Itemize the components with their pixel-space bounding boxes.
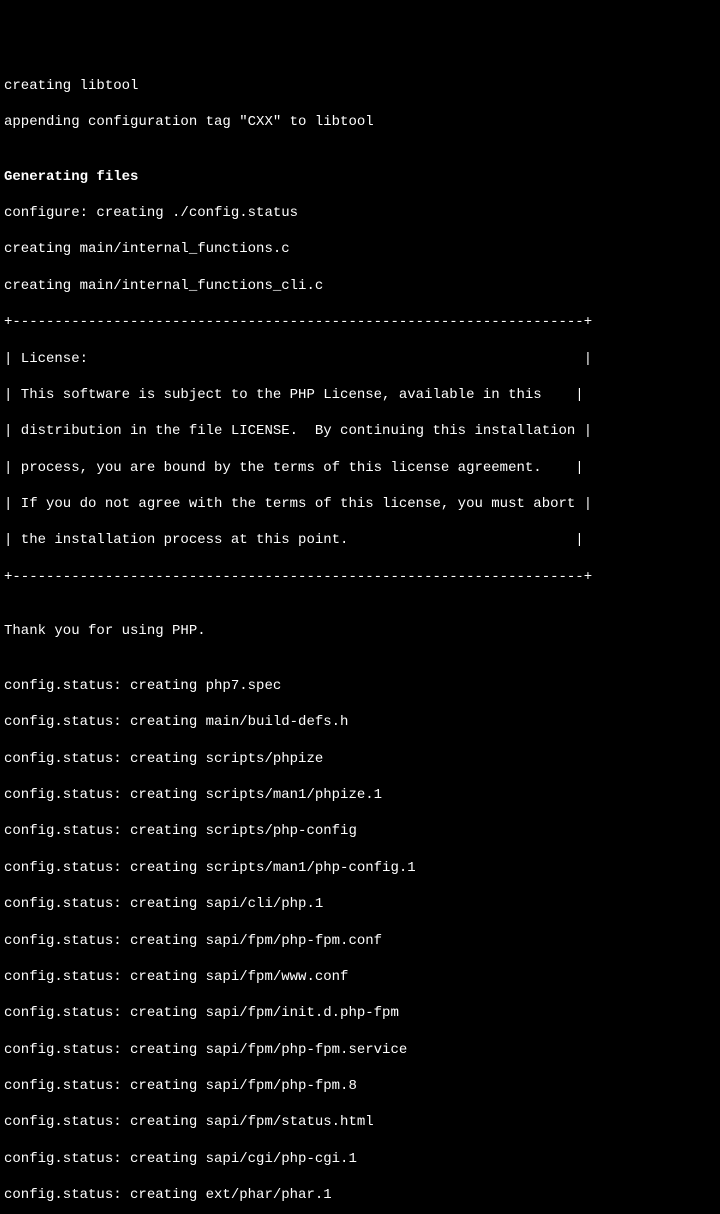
terminal-line: config.status: creating sapi/fpm/php-fpm… xyxy=(4,932,716,950)
terminal-line: config.status: creating scripts/man1/php… xyxy=(4,859,716,877)
terminal-line: config.status: creating scripts/phpize xyxy=(4,750,716,768)
terminal-line: config.status: creating ext/phar/phar.1 xyxy=(4,1186,716,1204)
terminal-line: config.status: creating sapi/cgi/php-cgi… xyxy=(4,1150,716,1168)
terminal-line: configure: creating ./config.status xyxy=(4,204,716,222)
license-box-line: | This software is subject to the PHP Li… xyxy=(4,386,716,404)
terminal-line: config.status: creating sapi/fpm/init.d.… xyxy=(4,1004,716,1022)
terminal-line: config.status: creating scripts/php-conf… xyxy=(4,822,716,840)
terminal-line: config.status: creating sapi/fpm/www.con… xyxy=(4,968,716,986)
terminal-line: appending configuration tag "CXX" to lib… xyxy=(4,113,716,131)
terminal-line: creating main/internal_functions.c xyxy=(4,240,716,258)
terminal-line: Thank you for using PHP. xyxy=(4,622,716,640)
terminal-line: creating main/internal_functions_cli.c xyxy=(4,277,716,295)
license-box-line: | process, you are bound by the terms of… xyxy=(4,459,716,477)
terminal-heading: Generating files xyxy=(4,168,716,186)
license-box-border: +---------------------------------------… xyxy=(4,568,716,586)
license-box-line: | the installation process at this point… xyxy=(4,531,716,549)
terminal-line: config.status: creating sapi/fpm/php-fpm… xyxy=(4,1077,716,1095)
terminal-line: config.status: creating sapi/fpm/php-fpm… xyxy=(4,1041,716,1059)
license-box-border: +---------------------------------------… xyxy=(4,313,716,331)
terminal-line: config.status: creating sapi/cli/php.1 xyxy=(4,895,716,913)
terminal-line: config.status: creating php7.spec xyxy=(4,677,716,695)
license-box-line: | If you do not agree with the terms of … xyxy=(4,495,716,513)
license-box-line: | distribution in the file LICENSE. By c… xyxy=(4,422,716,440)
terminal-line: creating libtool xyxy=(4,77,716,95)
terminal-line: config.status: creating scripts/man1/php… xyxy=(4,786,716,804)
terminal-line: config.status: creating sapi/fpm/status.… xyxy=(4,1113,716,1131)
terminal-line: config.status: creating main/build-defs.… xyxy=(4,713,716,731)
license-box-line: | License: | xyxy=(4,350,716,368)
